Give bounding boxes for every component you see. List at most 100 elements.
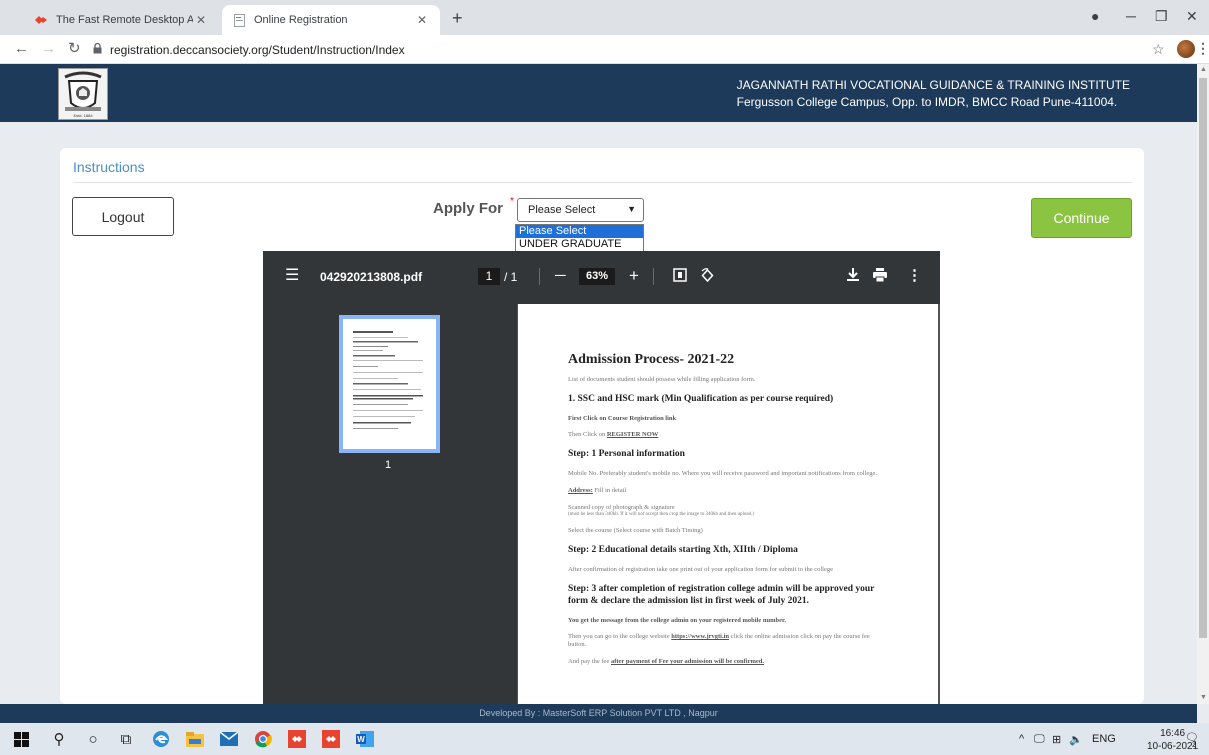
chevron-up-icon[interactable]: ^ [1019, 733, 1024, 745]
word-icon[interactable]: W [356, 730, 374, 748]
chrome-icon[interactable] [254, 730, 272, 748]
file-explorer-icon[interactable] [186, 730, 204, 748]
page-number-input[interactable]: 1 [478, 268, 500, 285]
anydesk-icon[interactable] [288, 730, 306, 748]
college-website-link[interactable]: https://www.jrvgti.in [671, 633, 729, 640]
svg-text:Estd. 1884: Estd. 1884 [73, 113, 93, 118]
page-viewport: Estd. 1884 JAGANNATH RATHI VOCATIONAL GU… [0, 64, 1197, 704]
tab-title: Online Registration [254, 14, 348, 26]
doc-heading: Step: 3 after completion of registration… [568, 584, 875, 606]
apply-for-dropdown: Please Select UNDER GRADUATE [515, 224, 644, 252]
register-now-link[interactable]: REGISTER NOW [607, 431, 658, 438]
select-value: Please Select [528, 204, 596, 216]
browser-tab-online-registration[interactable]: Online Registration ✕ [222, 5, 440, 35]
pdf-page: Admission Process- 2021-22 List of docum… [518, 304, 938, 704]
pdf-viewer: ☰ 042920213808.pdf 1 / 1 ─ 63% + ⋮ 1 Adm… [263, 251, 940, 704]
doc-text: Then Click on REGISTER NOW [568, 431, 659, 438]
doc-text-bold: First Click on Course Registration link [568, 415, 677, 422]
taskbar: ⚲ ○ ⧉ W ^ 🖵 ⊞ 🔈 ENG 16:46 10-06-2021 🗨 2 [0, 723, 1209, 755]
language-input-icon[interactable]: ⊞ [1052, 733, 1061, 746]
minimize-icon[interactable]: ─ [1126, 9, 1136, 23]
doc-text: After confirmation of registration take … [568, 566, 833, 573]
instructions-card: Instructions Logout Apply For * Please S… [60, 148, 1144, 704]
download-icon[interactable] [847, 268, 859, 286]
mail-icon[interactable] [220, 730, 238, 748]
zoom-level-input[interactable]: 63% [579, 268, 615, 285]
bookmark-star-icon[interactable]: ☆ [1152, 41, 1165, 58]
document-icon [232, 13, 246, 27]
task-view-icon[interactable]: ⧉ [117, 730, 135, 748]
pdf-filename: 042920213808.pdf [320, 270, 423, 284]
doc-text: Scanned copy of photograph & signature (m… [568, 504, 755, 517]
continue-button[interactable]: Continue [1031, 198, 1132, 238]
close-tab-icon[interactable]: ✕ [193, 13, 209, 27]
doc-text: And pay the fee after payment of Fee you… [568, 658, 765, 665]
browser-tabstrip: The Fast Remote Desktop Applica ✕ Online… [0, 0, 1209, 35]
pdf-toolbar: ☰ 042920213808.pdf 1 / 1 ─ 63% + ⋮ [263, 251, 940, 304]
divider [539, 268, 540, 285]
divider [653, 268, 654, 285]
svg-text:W: W [357, 735, 365, 744]
doc-text: Select the course (Select course with Ba… [568, 527, 703, 534]
fit-page-icon[interactable] [673, 268, 687, 286]
anydesk-icon[interactable] [322, 730, 340, 748]
url-field[interactable]: registration.deccansociety.org/Student/I… [110, 43, 405, 57]
back-icon[interactable]: ← [14, 41, 29, 56]
doc-heading: 1. SSC and HSC mark (Min Qualification a… [568, 394, 834, 404]
apply-for-label: Apply For [433, 200, 503, 217]
chevron-down-icon: ▼ [627, 204, 636, 214]
address-label: Address: [568, 487, 593, 494]
close-window-icon[interactable]: ✕ [1186, 9, 1198, 23]
rotate-icon[interactable] [700, 268, 715, 287]
required-asterisk: * [510, 196, 514, 207]
apply-for-select[interactable]: Please Select ▼ [517, 198, 644, 222]
doc-text: Address: Fill in detail [568, 487, 627, 494]
institute-name: JAGANNATH RATHI VOCATIONAL GUIDANCE & TR… [736, 78, 1130, 92]
logout-button[interactable]: Logout [72, 197, 174, 236]
forward-icon[interactable]: → [41, 41, 56, 56]
notification-count: 2 [1192, 740, 1197, 749]
thumbnail-page-number: 1 [385, 459, 392, 471]
site-footer: Developed By : MasterSoft ERP Solution P… [0, 704, 1197, 723]
browser-menu-icon[interactable]: ⋮ [1196, 40, 1209, 57]
dropdown-option-under-graduate[interactable]: UNDER GRADUATE [516, 238, 643, 251]
page-scrollbar[interactable]: ▲ ▼ [1197, 64, 1209, 704]
institute-info: JAGANNATH RATHI VOCATIONAL GUIDANCE & TR… [737, 77, 1130, 111]
pdf-thumbnail-sidebar: 1 [263, 304, 517, 704]
page-thumbnail[interactable] [339, 315, 440, 453]
print-icon[interactable] [873, 268, 887, 286]
scroll-up-icon[interactable]: ▲ [1200, 66, 1207, 73]
network-icon[interactable]: 🖵 [1034, 733, 1045, 746]
institute-logo: Estd. 1884 [58, 68, 108, 120]
site-header: Estd. 1884 JAGANNATH RATHI VOCATIONAL GU… [0, 64, 1197, 122]
dropdown-option-please-select[interactable]: Please Select [516, 225, 643, 238]
fee-confirmation-text: after payment of Fee your admission will… [610, 658, 765, 665]
zoom-out-icon[interactable]: ─ [555, 268, 566, 284]
search-icon[interactable]: ⚲ [50, 730, 68, 748]
zoom-in-icon[interactable]: + [629, 267, 639, 284]
doc-heading: Step: 1 Personal information [568, 449, 685, 459]
edge-icon[interactable] [152, 730, 170, 748]
close-tab-icon[interactable]: ✕ [414, 13, 430, 27]
avatar[interactable] [1177, 40, 1195, 58]
scroll-down-icon[interactable]: ▼ [1200, 694, 1207, 701]
browser-tab-remote-desktop[interactable]: The Fast Remote Desktop Applica ✕ [24, 5, 219, 35]
scrollbar-thumb[interactable] [1199, 78, 1207, 638]
doc-text: Mobile No. Preferably student's mobile n… [568, 470, 878, 477]
reload-icon[interactable]: ↻ [68, 41, 81, 56]
page-total: / 1 [504, 270, 518, 284]
new-tab-icon[interactable]: + [452, 9, 463, 27]
windows-start-icon[interactable] [12, 730, 30, 748]
address-bar: ← → ↻ registration.deccansociety.org/Stu… [0, 35, 1209, 64]
volume-icon[interactable]: 🔈 [1069, 733, 1083, 746]
cortana-icon[interactable]: ○ [84, 730, 102, 748]
hamburger-menu-icon[interactable]: ☰ [285, 268, 299, 284]
anydesk-icon [34, 13, 48, 27]
doc-text: Then you can go to the college website h… [568, 633, 870, 648]
tab-title: The Fast Remote Desktop Applica [56, 14, 193, 26]
language-indicator[interactable]: ENG [1092, 733, 1116, 745]
profile-dot-icon[interactable]: ● [1091, 9, 1099, 23]
restore-icon[interactable]: ❐ [1155, 9, 1168, 23]
divider [73, 182, 1132, 183]
more-options-icon[interactable]: ⋮ [907, 268, 922, 284]
